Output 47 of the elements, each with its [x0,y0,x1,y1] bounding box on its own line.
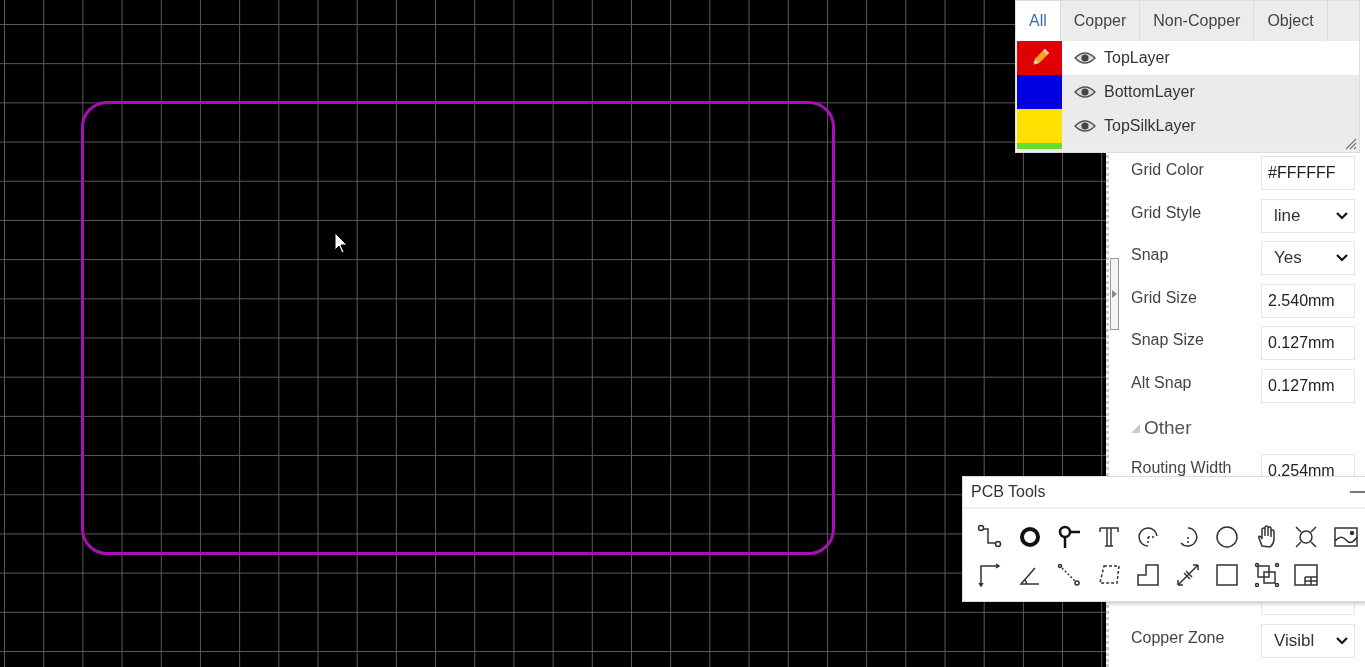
property-field[interactable]: 0.127mm [1261,368,1355,403]
resize-grip-icon[interactable] [1343,136,1357,150]
eye-icon[interactable] [1074,51,1096,65]
squares-icon [1253,562,1280,588]
property-label: Grid Color [1131,161,1204,179]
eye-icon[interactable] [1074,85,1096,99]
layer-color-swatch[interactable] [1017,109,1062,143]
property-dropdown[interactable]: Visibl [1261,623,1355,658]
dotted-line-icon [1056,562,1082,588]
step-outline-icon [1135,562,1161,588]
property-dropdown[interactable]: line [1261,198,1355,233]
pin-icon [1056,524,1082,550]
arc-dashed-icon [1135,524,1161,550]
property-field[interactable]: 2.540mm [1261,283,1355,318]
property-label: Copper Zone [1131,628,1225,647]
property-label: Routing Width [1131,458,1232,477]
layer-color-swatch[interactable] [1017,41,1062,75]
layer-color-swatch[interactable] [1017,75,1062,109]
property-label: Grid Style [1131,203,1202,222]
cursor-icon [334,232,348,254]
cross-circle-icon [1293,524,1319,550]
property-dropdown[interactable]: Yes [1261,241,1355,275]
corner-arrow-icon [977,562,1003,588]
image-icon [1332,524,1359,550]
square-icon [1214,562,1240,588]
layer-name: TopLayer [1104,49,1170,67]
chevron-icon [1336,211,1348,220]
layer-name: TopSilkLayer [1104,117,1196,135]
property-field[interactable]: #FFFFFF [1261,156,1355,190]
chevron-icon [1336,636,1348,645]
layer-row[interactable]: TopLayer [1017,41,1359,75]
chevron-icon [1336,254,1348,262]
eye-icon[interactable] [1074,119,1096,133]
section-header[interactable]: Other [1131,411,1355,445]
layer-tab[interactable]: All [1016,1,1061,41]
layer-name: BottomLayer [1104,83,1195,101]
collapse-handle[interactable] [1110,258,1119,330]
property-label: Snap Size [1131,331,1204,349]
dimension-arrow-icon [1174,562,1201,588]
property-label: Snap [1131,246,1169,264]
table-icon [1293,562,1319,588]
property-label: Grid Size [1131,288,1197,307]
panel-title: PCB Tools [971,483,1046,501]
route-icon [977,524,1003,550]
property-label: Alt Snap [1131,373,1192,392]
circle-icon [1214,524,1240,550]
property-field[interactable]: 0.127mm [1261,326,1355,360]
